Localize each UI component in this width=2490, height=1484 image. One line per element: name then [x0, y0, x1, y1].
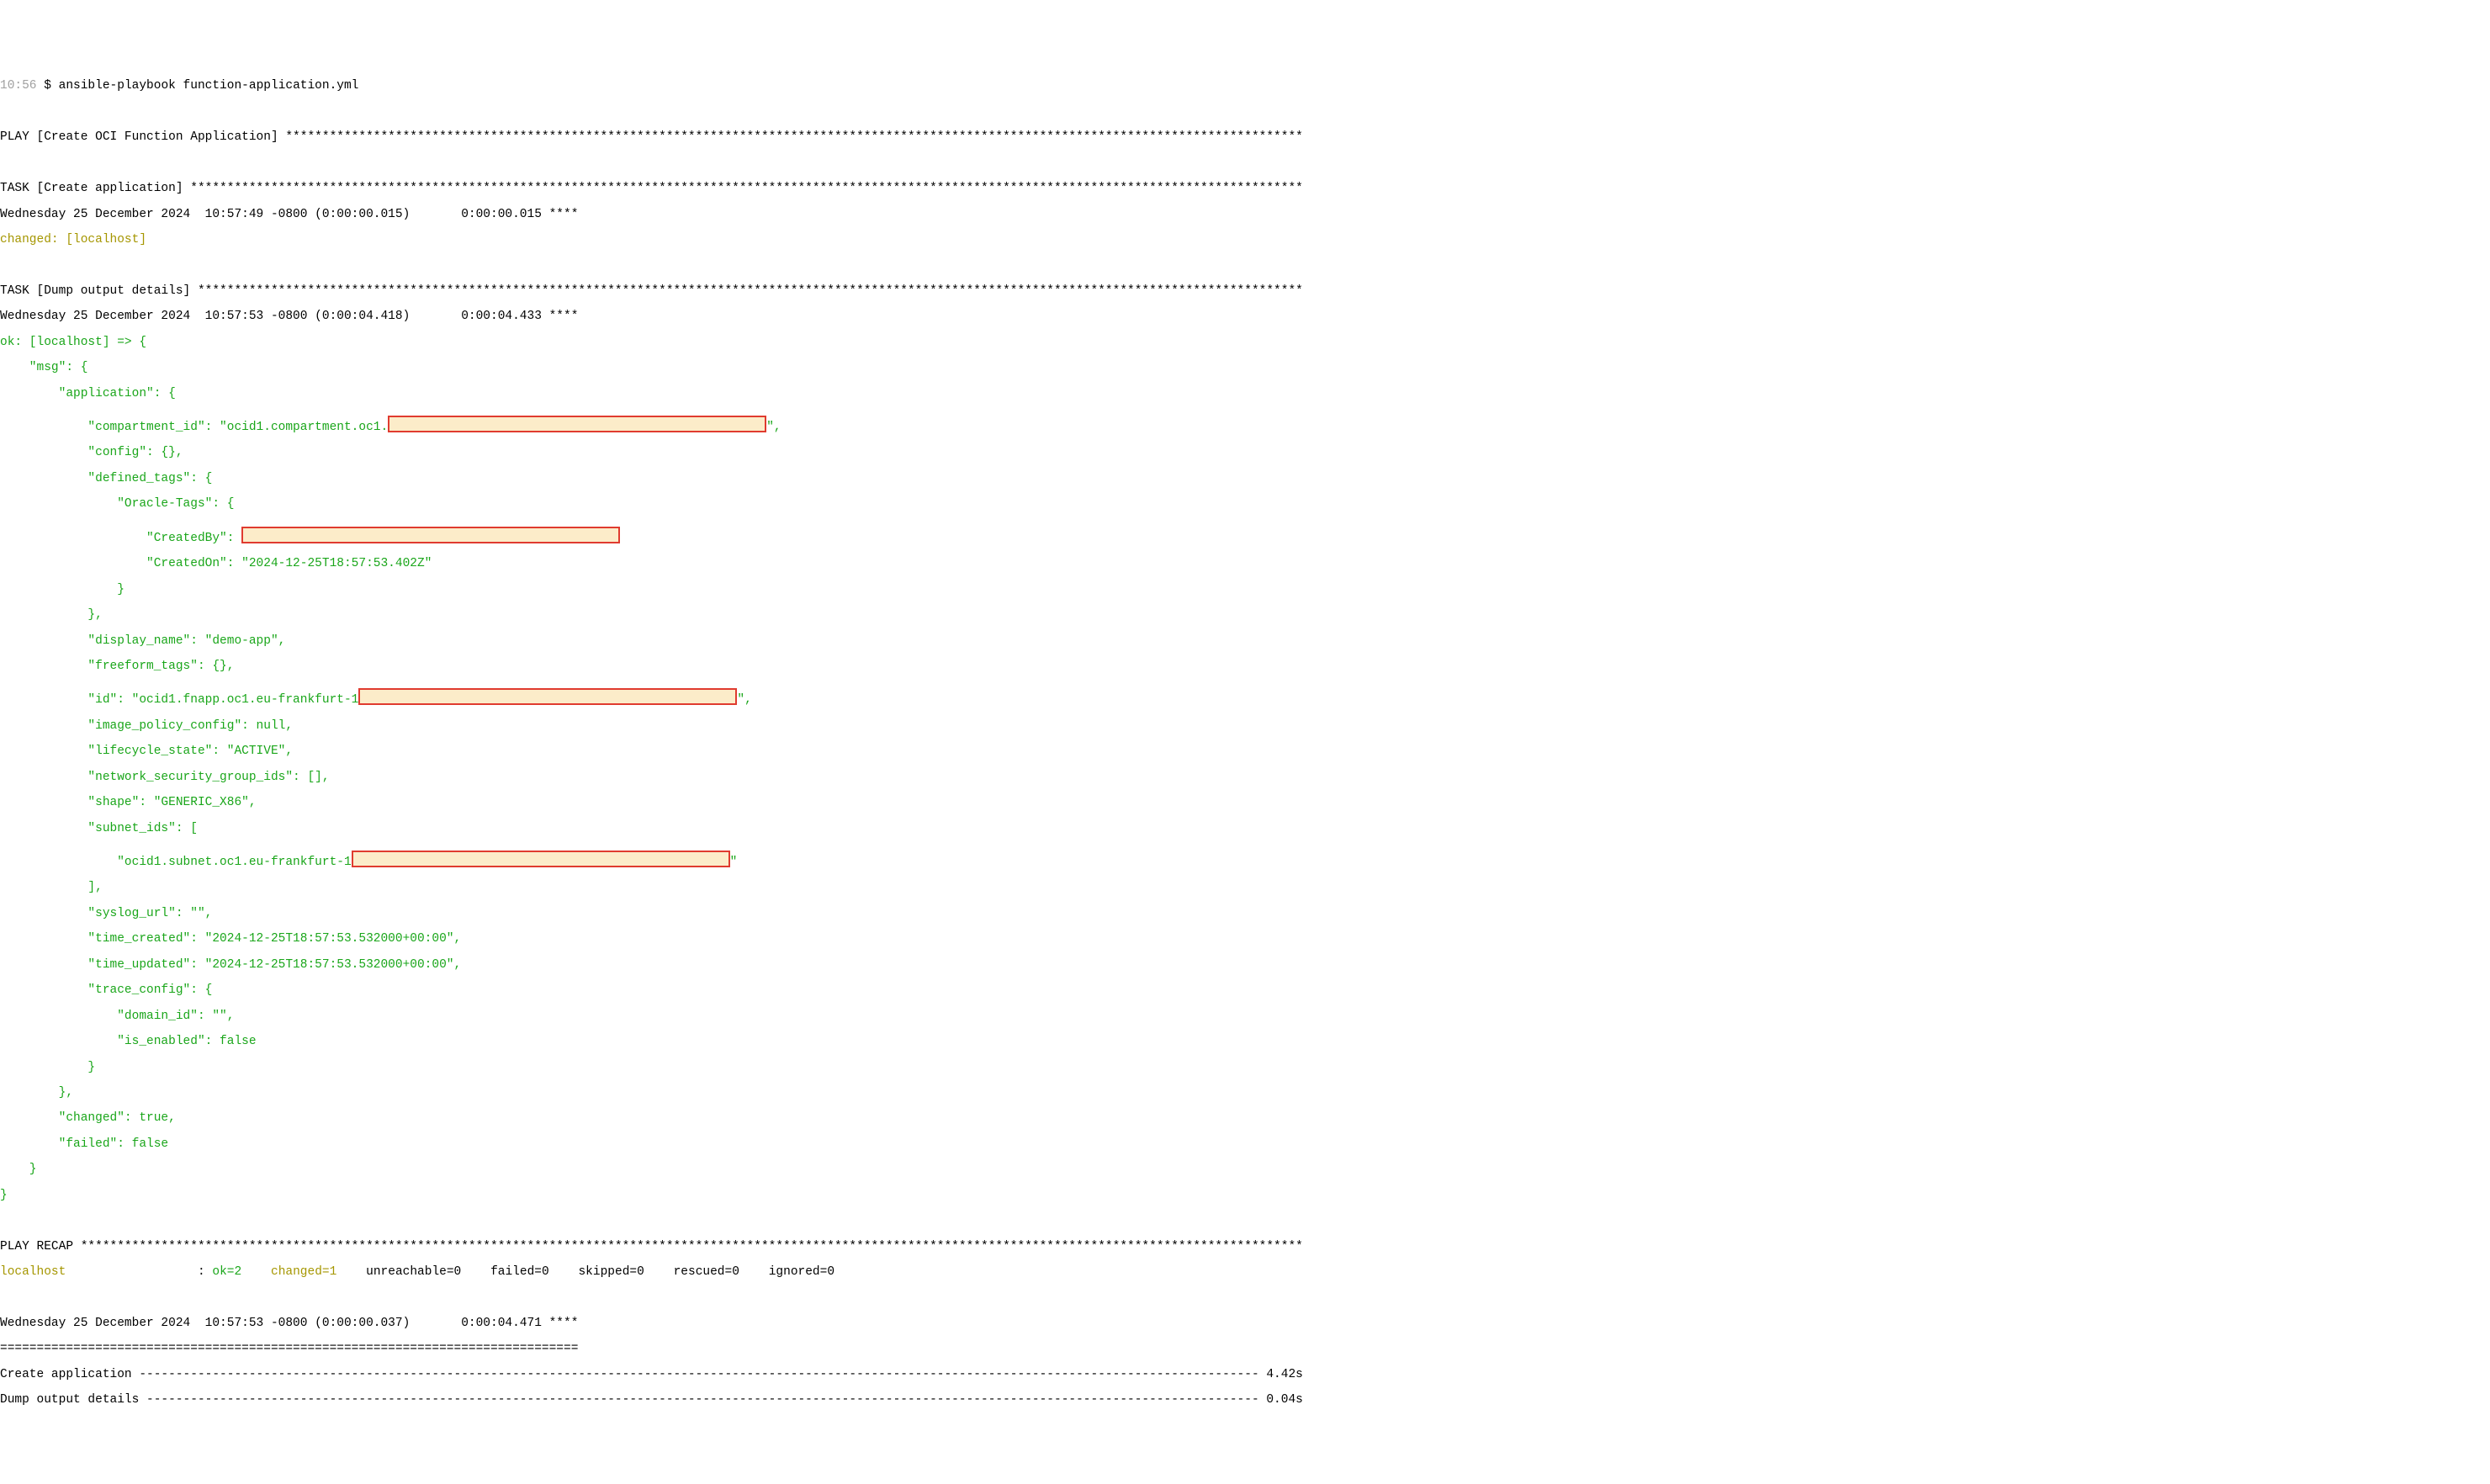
redacted-created-by [241, 527, 620, 543]
defined-tags-open: "defined_tags": { [0, 473, 2490, 485]
play-header: PLAY [Create OCI Function Application] *… [0, 131, 2490, 144]
prompt-line: 10:56 $ ansible-playbook function-applic… [0, 80, 2490, 93]
task2-timestamp: Wednesday 25 December 2024 10:57:53 -080… [0, 310, 2490, 323]
redacted-compartment-id [388, 416, 766, 432]
application-open: "application": { [0, 388, 2490, 400]
oracle-tags-close: } [0, 584, 2490, 596]
task2-status: ok: [localhost] => { [0, 337, 2490, 349]
recap-rest: unreachable=0 failed=0 skipped=0 rescued… [366, 1265, 834, 1279]
oracle-tags-open: "Oracle-Tags": { [0, 498, 2490, 511]
timing-divider: ========================================… [0, 1343, 2490, 1355]
timing-row-2: Dump output details --------------------… [0, 1394, 2490, 1407]
freeform-tags-line: "freeform_tags": {}, [0, 660, 2490, 673]
task-create-application: TASK [Create application] **************… [0, 183, 2490, 195]
changed-line: "changed": true, [0, 1112, 2490, 1125]
trace-config-open: "trace_config": { [0, 984, 2490, 997]
syslog-url-line: "syslog_url": "", [0, 908, 2490, 920]
defined-tags-close: }, [0, 609, 2490, 622]
image-policy-line: "image_policy_config": null, [0, 720, 2490, 733]
time-created-line: "time_created": "2024-12-25T18:57:53.532… [0, 933, 2490, 946]
recap-host-line: localhost : ok=2 changed=1 unreachable=0… [0, 1266, 2490, 1279]
prompt-command: ansible-playbook function-application.ym… [59, 79, 359, 93]
task1-status: changed: [localhost] [0, 234, 2490, 246]
compartment-id-line: "compartment_id": "ocid1.compartment.oc1… [0, 413, 2490, 434]
shape-line: "shape": "GENERIC_X86", [0, 797, 2490, 809]
created-by-line: "CreatedBy": [0, 524, 2490, 545]
is-enabled-line: "is_enabled": false [0, 1036, 2490, 1048]
created-on-line: "CreatedOn": "2024-12-25T18:57:53.402Z" [0, 558, 2490, 570]
play-recap-header: PLAY RECAP *****************************… [0, 1241, 2490, 1253]
prompt-time: 10:56 [0, 79, 37, 93]
terminal-output: 10:56 $ ansible-playbook function-applic… [0, 64, 2490, 1420]
lifecycle-state-line: "lifecycle_state": "ACTIVE", [0, 745, 2490, 758]
timing-summary: Wednesday 25 December 2024 10:57:53 -080… [0, 1317, 2490, 1330]
id-line: "id": "ocid1.fnapp.oc1.eu-frankfurt-1", [0, 686, 2490, 707]
redacted-subnet-id [352, 851, 730, 867]
application-close: }, [0, 1087, 2490, 1100]
time-updated-line: "time_updated": "2024-12-25T18:57:53.532… [0, 959, 2490, 972]
task1-timestamp: Wednesday 25 December 2024 10:57:49 -080… [0, 209, 2490, 221]
subnet-id-line: "ocid1.subnet.oc1.eu-frankfurt-1" [0, 848, 2490, 869]
subnet-ids-open: "subnet_ids": [ [0, 823, 2490, 835]
msg-open: "msg": { [0, 362, 2490, 374]
prompt-dollar: $ [44, 79, 51, 93]
outer-close: } [0, 1190, 2490, 1202]
redacted-app-id [358, 688, 737, 705]
nsg-ids-line: "network_security_group_ids": [], [0, 771, 2490, 784]
recap-changed: changed=1 [271, 1265, 336, 1279]
recap-host: localhost [0, 1265, 66, 1279]
config-line: "config": {}, [0, 447, 2490, 459]
timing-row-1: Create application ---------------------… [0, 1369, 2490, 1381]
subnet-ids-close: ], [0, 882, 2490, 894]
task-dump-output: TASK [Dump output details] *************… [0, 285, 2490, 298]
domain-id-line: "domain_id": "", [0, 1010, 2490, 1023]
msg-close: } [0, 1163, 2490, 1176]
failed-line: "failed": false [0, 1138, 2490, 1151]
recap-ok: ok=2 [212, 1265, 241, 1279]
display-name-line: "display_name": "demo-app", [0, 635, 2490, 648]
trace-config-close: } [0, 1062, 2490, 1074]
